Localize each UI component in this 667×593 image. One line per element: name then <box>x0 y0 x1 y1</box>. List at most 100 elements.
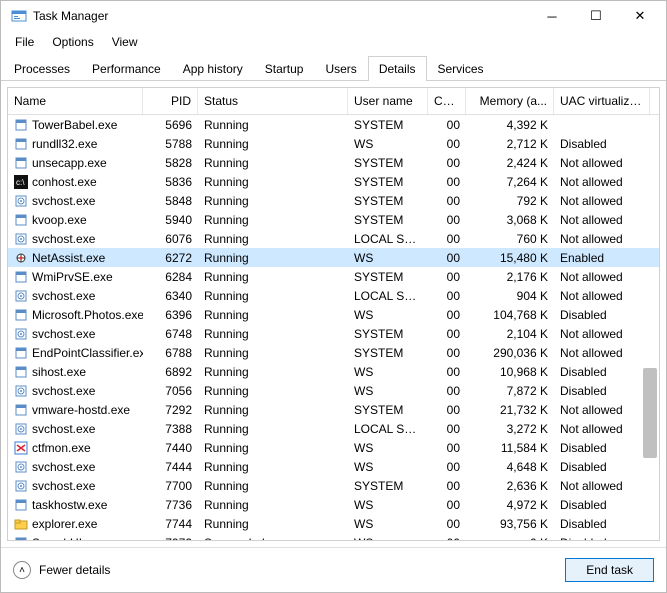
cell-user: LOCAL SE... <box>348 232 428 246</box>
end-task-button[interactable]: End task <box>565 558 654 582</box>
process-row[interactable]: svchost.exe6340RunningLOCAL SE...00904 K… <box>8 286 659 305</box>
process-icon <box>14 118 28 132</box>
maximize-button[interactable]: ☐ <box>574 2 618 30</box>
process-row[interactable]: NetAssist.exe6272RunningWS0015,480 KEnab… <box>8 248 659 267</box>
process-row[interactable]: svchost.exe5848RunningSYSTEM00792 KNot a… <box>8 191 659 210</box>
cell-status: Running <box>198 308 348 322</box>
process-name: ctfmon.exe <box>32 441 91 455</box>
menu-options[interactable]: Options <box>44 33 101 51</box>
cell-user: LOCAL SE... <box>348 422 428 436</box>
process-row[interactable]: EndPointClassifier.exe6788RunningSYSTEM0… <box>8 343 659 362</box>
process-row[interactable]: svchost.exe7056RunningWS007,872 KDisable… <box>8 381 659 400</box>
tab-details[interactable]: Details <box>368 56 427 81</box>
process-row[interactable]: Microsoft.Photos.exe6396RunningWS00104,7… <box>8 305 659 324</box>
cell-user: WS <box>348 460 428 474</box>
minimize-button[interactable]: ─ <box>530 2 574 30</box>
cell-uac: Disabled <box>554 384 650 398</box>
col-memory[interactable]: Memory (a... <box>466 88 554 114</box>
cell-user: WS <box>348 384 428 398</box>
process-row[interactable]: svchost.exe6076RunningLOCAL SE...00760 K… <box>8 229 659 248</box>
cell-cpu: 00 <box>428 460 466 474</box>
process-name: SearchUI.exe <box>32 536 105 541</box>
process-row[interactable]: explorer.exe7744RunningWS0093,756 KDisab… <box>8 514 659 533</box>
cell-uac: Not allowed <box>554 403 650 417</box>
cell-user: SYSTEM <box>348 346 428 360</box>
cell-name: kvoop.exe <box>8 213 143 227</box>
cell-name: svchost.exe <box>8 327 143 341</box>
cell-memory: 2,424 K <box>466 156 554 170</box>
tabstrip: Processes Performance App history Startu… <box>1 55 666 81</box>
cell-name: c:\conhost.exe <box>8 175 143 189</box>
cell-cpu: 00 <box>428 137 466 151</box>
process-icon <box>14 194 28 208</box>
process-row[interactable]: unsecapp.exe5828RunningSYSTEM002,424 KNo… <box>8 153 659 172</box>
process-row[interactable]: rundll32.exe5788RunningWS002,712 KDisabl… <box>8 134 659 153</box>
col-uac[interactable]: UAC virtualizat... <box>554 88 650 114</box>
cell-cpu: 00 <box>428 365 466 379</box>
col-name[interactable]: Name <box>8 88 143 114</box>
cell-memory: 760 K <box>466 232 554 246</box>
tab-performance[interactable]: Performance <box>81 56 172 81</box>
cell-status: Running <box>198 479 348 493</box>
process-row[interactable]: c:\conhost.exe5836RunningSYSTEM007,264 K… <box>8 172 659 191</box>
tab-processes[interactable]: Processes <box>3 56 81 81</box>
col-pid[interactable]: PID <box>143 88 198 114</box>
col-user[interactable]: User name <box>348 88 428 114</box>
process-row[interactable]: WmiPrvSE.exe6284RunningSYSTEM002,176 KNo… <box>8 267 659 286</box>
cell-memory: 3,068 K <box>466 213 554 227</box>
cell-status: Running <box>198 213 348 227</box>
process-name: rundll32.exe <box>32 137 97 151</box>
cell-status: Running <box>198 156 348 170</box>
cell-uac: Not allowed <box>554 194 650 208</box>
process-icon <box>14 384 28 398</box>
process-row[interactable]: kvoop.exe5940RunningSYSTEM003,068 KNot a… <box>8 210 659 229</box>
process-row[interactable]: svchost.exe6748RunningSYSTEM002,104 KNot… <box>8 324 659 343</box>
process-row[interactable]: taskhostw.exe7736RunningWS004,972 KDisab… <box>8 495 659 514</box>
cell-pid: 5940 <box>143 213 198 227</box>
menu-file[interactable]: File <box>7 33 42 51</box>
footer: ˄ Fewer details End task <box>1 547 666 592</box>
process-icon <box>14 137 28 151</box>
cell-name: unsecapp.exe <box>8 156 143 170</box>
cell-pid: 5828 <box>143 156 198 170</box>
col-cpu[interactable]: CPU <box>428 88 466 114</box>
cell-status: Running <box>198 137 348 151</box>
process-row[interactable]: svchost.exe7444RunningWS004,648 KDisable… <box>8 457 659 476</box>
cell-pid: 7736 <box>143 498 198 512</box>
cell-status: Running <box>198 365 348 379</box>
process-icon <box>14 346 28 360</box>
cell-status: Running <box>198 232 348 246</box>
cell-cpu: 00 <box>428 308 466 322</box>
cell-memory: 2,104 K <box>466 327 554 341</box>
tab-startup[interactable]: Startup <box>254 56 315 81</box>
process-icon <box>14 156 28 170</box>
scrollbar-thumb[interactable] <box>643 368 657 458</box>
process-row[interactable]: SearchUI.exe7972SuspendedWS000 KDisabled <box>8 533 659 540</box>
grid-body[interactable]: TowerBabel.exe5696RunningSYSTEM004,392 K… <box>8 115 659 540</box>
cell-status: Running <box>198 175 348 189</box>
menu-view[interactable]: View <box>104 33 146 51</box>
process-row[interactable]: svchost.exe7388RunningLOCAL SE...003,272… <box>8 419 659 438</box>
tab-services[interactable]: Services <box>427 56 495 81</box>
close-button[interactable]: ✕ <box>618 2 662 30</box>
process-row[interactable]: sihost.exe6892RunningWS0010,968 KDisable… <box>8 362 659 381</box>
cell-status: Running <box>198 289 348 303</box>
process-row[interactable]: TowerBabel.exe5696RunningSYSTEM004,392 K <box>8 115 659 134</box>
process-row[interactable]: svchost.exe7700RunningSYSTEM002,636 KNot… <box>8 476 659 495</box>
process-icon <box>14 289 28 303</box>
cell-pid: 6788 <box>143 346 198 360</box>
titlebar: Task Manager ─ ☐ ✕ <box>1 1 666 31</box>
cell-memory: 10,968 K <box>466 365 554 379</box>
tab-users[interactable]: Users <box>314 56 367 81</box>
process-icon <box>14 213 28 227</box>
process-name: vmware-hostd.exe <box>32 403 130 417</box>
cell-name: SearchUI.exe <box>8 536 143 541</box>
process-row[interactable]: ctfmon.exe7440RunningWS0011,584 KDisable… <box>8 438 659 457</box>
process-name: svchost.exe <box>32 232 95 246</box>
tab-app-history[interactable]: App history <box>172 56 254 81</box>
process-row[interactable]: vmware-hostd.exe7292RunningSYSTEM0021,73… <box>8 400 659 419</box>
process-name: svchost.exe <box>32 327 95 341</box>
fewer-details-button[interactable]: ˄ Fewer details <box>13 561 110 579</box>
col-status[interactable]: Status <box>198 88 348 114</box>
cell-memory: 15,480 K <box>466 251 554 265</box>
